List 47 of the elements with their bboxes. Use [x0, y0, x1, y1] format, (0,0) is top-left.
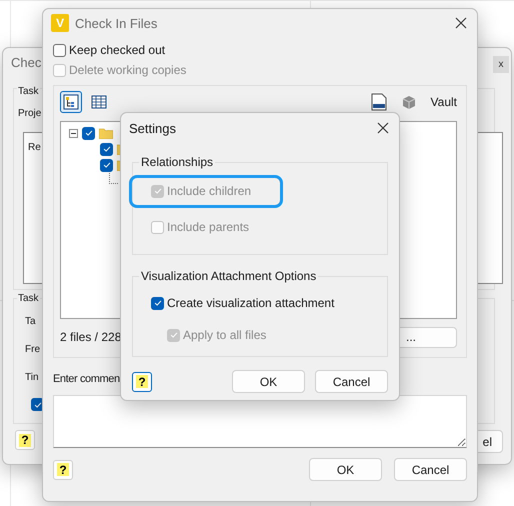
document-icon	[370, 93, 387, 111]
checkbox-label: Apply to all files	[183, 328, 266, 342]
app-icon: V	[51, 14, 69, 32]
close-icon	[377, 122, 389, 134]
check-icon	[152, 298, 162, 308]
checkbox[interactable]	[151, 296, 164, 310]
help-button[interactable]: ?	[53, 460, 73, 480]
help-button[interactable]: ?	[132, 372, 152, 392]
checkbox-label: Delete working copies	[69, 63, 186, 77]
checkbox[interactable]	[100, 158, 113, 172]
close-icon	[455, 17, 467, 29]
field-label: Proje	[18, 108, 42, 119]
ok-button[interactable]: OK	[232, 370, 305, 393]
check-icon	[152, 186, 162, 196]
window-title: Settings	[129, 120, 176, 136]
field-label: Fre	[25, 344, 40, 355]
cancel-button[interactable]: Cancel	[315, 370, 388, 393]
window-title: Chec	[11, 54, 42, 70]
cancel-button[interactable]: Cancel	[394, 458, 467, 481]
help-button[interactable]: ?	[15, 430, 35, 450]
close-button[interactable]	[453, 15, 469, 31]
cube-icon	[400, 94, 417, 110]
window-title: Check In Files	[75, 16, 158, 30]
checkbox-label: Include children	[167, 184, 252, 198]
comment-field[interactable]	[53, 395, 467, 448]
checkbox-label: Create visualization attachment	[167, 296, 334, 310]
checkbox[interactable]	[100, 142, 113, 156]
group-label: Task	[17, 86, 40, 97]
ok-button[interactable]: OK	[309, 458, 382, 481]
check-icon	[168, 330, 178, 340]
checkbox[interactable]	[53, 44, 66, 56]
group-label: Relationships	[140, 155, 214, 169]
checkbox-label: Include parents	[167, 220, 250, 234]
collapse-toggle[interactable]	[69, 128, 78, 138]
list-text: Re	[28, 142, 41, 153]
field-label: Ta	[25, 316, 36, 327]
vault-label: Vault	[430, 95, 457, 109]
close-button[interactable]: x	[493, 56, 509, 73]
tree-view-button[interactable]	[60, 91, 82, 113]
group-label: Visualization Attachment Options	[140, 269, 318, 283]
folder-icon	[99, 127, 113, 139]
comment-label: Enter commen	[53, 373, 120, 387]
checkbox[interactable]	[82, 126, 95, 140]
close-button[interactable]	[375, 120, 391, 136]
checkbox-label: Keep checked out	[69, 43, 166, 57]
field-label: Tin	[25, 372, 39, 383]
group-label: Task	[17, 293, 40, 304]
